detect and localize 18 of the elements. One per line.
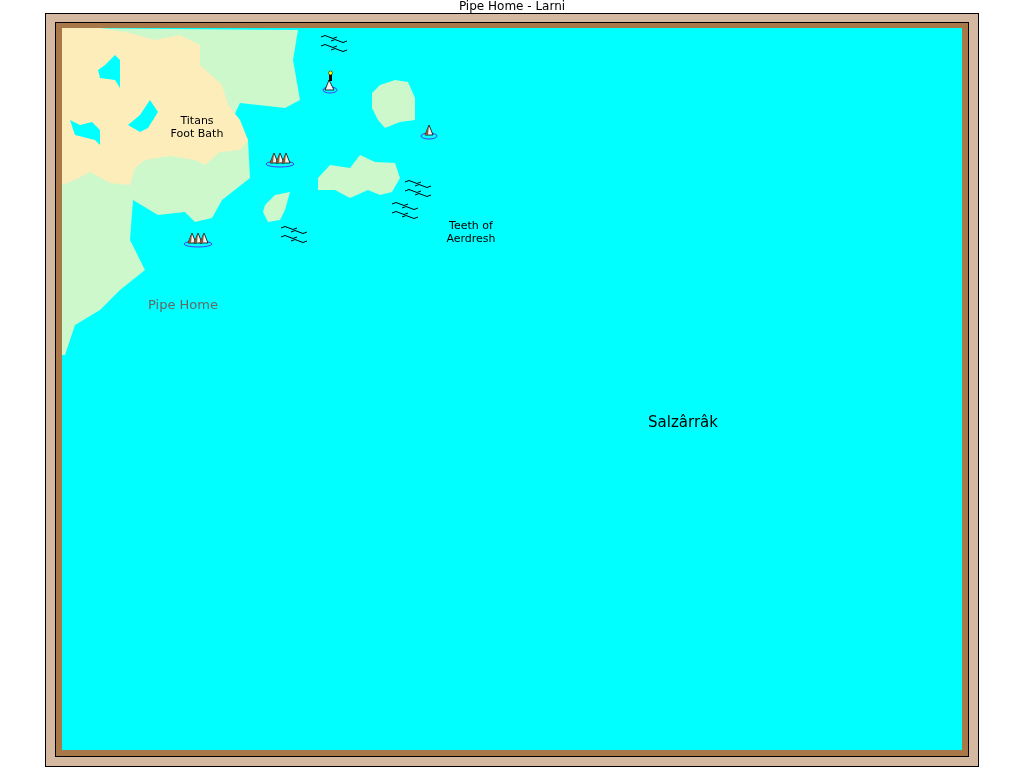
- window-title: Pipe Home - Larni: [458, 0, 566, 13]
- waves-icon: [391, 202, 419, 219]
- region-label: Titans Foot Bath: [170, 114, 224, 140]
- waves-icon: [320, 35, 348, 52]
- island: [263, 192, 290, 222]
- lake-area: [98, 55, 120, 88]
- place-label: Pipe Home: [148, 297, 218, 312]
- lake-area: [128, 100, 158, 132]
- sea-label: Salzârrâk: [648, 413, 718, 431]
- rock-icon: [420, 124, 438, 140]
- island: [372, 80, 415, 128]
- rocks-icon: [183, 232, 213, 248]
- lighthouse-icon: [322, 70, 338, 94]
- waves-icon: [280, 226, 308, 243]
- region-label: Teeth of Aerdresh: [446, 219, 496, 245]
- waves-icon: [404, 180, 432, 197]
- lake-area: [70, 120, 100, 145]
- rocks-icon: [265, 152, 295, 168]
